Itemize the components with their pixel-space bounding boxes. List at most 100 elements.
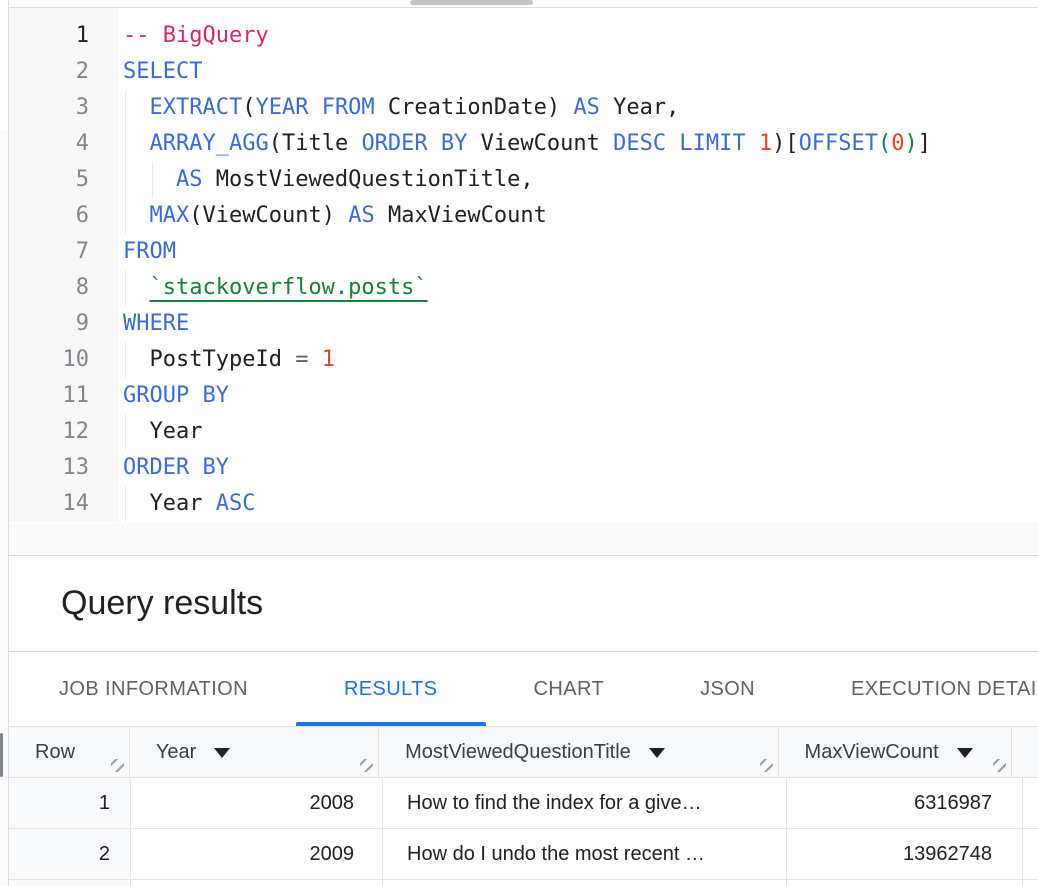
cell — [9, 880, 131, 886]
code-token: 1 — [322, 347, 335, 372]
column-header-extra[interactable] — [1012, 727, 1038, 777]
line-number: 7 — [9, 234, 119, 270]
code-line-13[interactable]: 13ORDER BY — [9, 450, 1038, 486]
code-text[interactable]: MAX(ViewCount) AS MaxViewCount — [119, 198, 1038, 234]
code-token: Year, — [600, 95, 679, 120]
cell — [1023, 880, 1038, 886]
column-header-year[interactable]: Year — [130, 727, 379, 777]
code-token: EXTRACT — [150, 95, 243, 120]
code-token: PostTypeId — [123, 347, 295, 372]
code-token — [123, 131, 150, 156]
table-reference-link[interactable]: `stackoverflow.posts` — [150, 275, 428, 300]
code-line-14[interactable]: 14 Year ASC — [9, 486, 1038, 522]
code-line-9[interactable]: 9WHERE — [9, 306, 1038, 342]
code-text[interactable]: AS MostViewedQuestionTitle, — [119, 162, 1038, 198]
code-token: SELECT — [123, 59, 202, 84]
tab-execution-details[interactable]: EXECUTION DETAILS — [803, 652, 1038, 726]
code-line-3[interactable]: 3 EXTRACT(YEAR FROM CreationDate) AS Yea… — [9, 90, 1038, 126]
code-text[interactable]: Year — [119, 414, 1038, 450]
code-text[interactable]: PostTypeId = 1 — [119, 342, 1038, 378]
cell: 2008 — [131, 778, 383, 828]
column-menu-icon[interactable] — [214, 748, 230, 758]
code-text[interactable]: ORDER BY — [119, 450, 1038, 486]
editor-horizontal-scrollbar[interactable] — [8, 0, 1038, 8]
results-tab-bar: JOB INFORMATIONRESULTSCHARTJSONEXECUTION… — [9, 652, 1038, 727]
code-line-7[interactable]: 7FROM — [9, 234, 1038, 270]
code-token: ARRAY_AGG — [150, 131, 269, 156]
line-number: 9 — [9, 306, 119, 342]
cell — [383, 880, 787, 886]
code-line-8[interactable]: 8 `stackoverflow.posts` — [9, 270, 1038, 306]
code-token: Year — [123, 491, 216, 516]
column-resize-handle-icon[interactable] — [111, 759, 124, 772]
code-token: FROM — [123, 239, 176, 264]
code-token — [746, 131, 759, 156]
bigquery-panel: 1-- BigQuery2SELECT3 EXTRACT(YEAR FROM C… — [0, 0, 1038, 886]
column-resize-handle-icon[interactable] — [993, 759, 1006, 772]
row-number-cell: 1 — [9, 778, 131, 828]
code-line-1[interactable]: 1-- BigQuery — [9, 18, 1038, 54]
tab-job-information[interactable]: JOB INFORMATION — [11, 652, 296, 726]
code-line-5[interactable]: 5 AS MostViewedQuestionTitle, — [9, 162, 1038, 198]
tab-chart[interactable]: CHART — [486, 652, 653, 726]
table-header-row: RowYearMostViewedQuestionTitleMaxViewCou… — [9, 727, 1038, 778]
column-resize-handle-icon[interactable] — [760, 759, 773, 772]
horizontal-scrollbar-thumb-icon[interactable] — [410, 0, 533, 5]
code-token: MaxViewCount — [375, 203, 547, 228]
code-text[interactable]: SELECT — [119, 54, 1038, 90]
code-text[interactable]: ARRAY_AGG(Title ORDER BY ViewCount DESC … — [119, 126, 1038, 162]
column-header-maxviewcount[interactable]: MaxViewCount — [779, 727, 1012, 777]
indent-guide — [125, 198, 126, 234]
code-token: -- BigQuery — [123, 23, 269, 48]
table-row-2: 22009How do I undo the most recent …1396… — [9, 829, 1038, 880]
tab-json[interactable]: JSON — [652, 652, 803, 726]
vertical-scrollbar-thumb-icon[interactable] — [0, 733, 3, 777]
code-token: ORDER BY — [361, 131, 467, 156]
cell: How do I undo the most recent … — [383, 829, 787, 879]
query-results-header: Query results — [9, 556, 1038, 652]
code-token: DESC LIMIT — [613, 131, 745, 156]
line-number: 8 — [9, 270, 119, 306]
column-menu-icon[interactable] — [957, 748, 973, 758]
code-text[interactable]: `stackoverflow.posts` — [119, 270, 1038, 306]
code-token — [308, 347, 321, 372]
cell: 2009 — [131, 829, 383, 879]
code-text[interactable]: WHERE — [119, 306, 1038, 342]
code-token — [123, 203, 150, 228]
indent-guide — [125, 162, 126, 198]
indent-guide — [125, 486, 126, 522]
cell: 13962748 — [787, 829, 1023, 879]
code-text[interactable]: FROM — [119, 234, 1038, 270]
sql-editor[interactable]: 1-- BigQuery2SELECT3 EXTRACT(YEAR FROM C… — [9, 8, 1038, 523]
tab-results[interactable]: RESULTS — [296, 652, 486, 726]
code-line-10[interactable]: 10 PostTypeId = 1 — [9, 342, 1038, 378]
line-number: 12 — [9, 414, 119, 450]
code-line-2[interactable]: 2SELECT — [9, 54, 1038, 90]
line-number: 5 — [9, 162, 119, 198]
code-text[interactable]: Year ASC — [119, 486, 1038, 522]
cell — [1023, 778, 1038, 828]
code-line-6[interactable]: 6 MAX(ViewCount) AS MaxViewCount — [9, 198, 1038, 234]
code-line-4[interactable]: 4 ARRAY_AGG(Title ORDER BY ViewCount DES… — [9, 126, 1038, 162]
code-token: CreationDate) — [375, 95, 574, 120]
code-token: (ViewCount) — [189, 203, 348, 228]
code-token: YEAR FROM — [255, 95, 374, 120]
column-header-mostviewedquestiontitle[interactable]: MostViewedQuestionTitle — [379, 727, 778, 777]
cell — [787, 880, 1023, 886]
column-resize-handle-icon[interactable] — [360, 759, 373, 772]
code-text[interactable]: EXTRACT(YEAR FROM CreationDate) AS Year, — [119, 90, 1038, 126]
column-menu-icon[interactable] — [649, 748, 665, 758]
results-table: RowYearMostViewedQuestionTitleMaxViewCou… — [9, 727, 1038, 886]
code-lines[interactable]: 1-- BigQuery2SELECT3 EXTRACT(YEAR FROM C… — [9, 8, 1038, 522]
line-number: 4 — [9, 126, 119, 162]
indent-guide — [125, 126, 126, 162]
code-line-11[interactable]: 11GROUP BY — [9, 378, 1038, 414]
column-header-row[interactable]: Row — [9, 727, 130, 777]
table-row-partial — [9, 880, 1038, 886]
line-number: 2 — [9, 54, 119, 90]
code-text[interactable]: GROUP BY — [119, 378, 1038, 414]
code-token: ] — [918, 131, 931, 156]
code-line-12[interactable]: 12 Year — [9, 414, 1038, 450]
code-token: MostViewedQuestionTitle, — [202, 167, 533, 192]
code-text[interactable]: -- BigQuery — [119, 18, 1038, 54]
